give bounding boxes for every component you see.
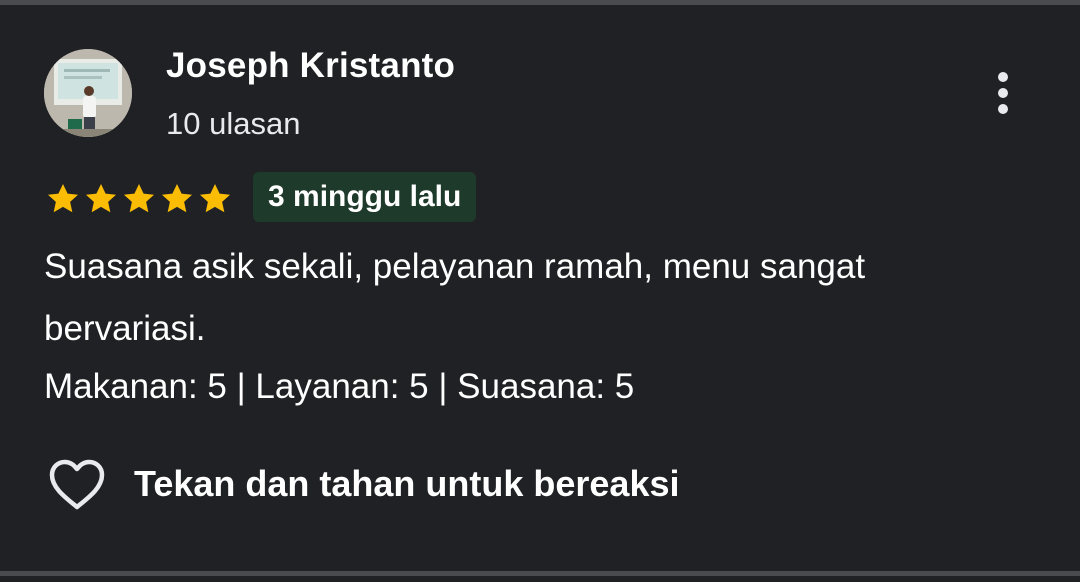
- star-icon: [85, 183, 117, 213]
- react-button[interactable]: Tekan dan tahan untuk bereaksi: [44, 455, 679, 513]
- star-rating: [44, 180, 234, 218]
- sub-ratings: Makanan: 5 | Layanan: 5 | Suasana: 5: [44, 367, 635, 406]
- react-label: Tekan dan tahan untuk bereaksi: [134, 463, 680, 504]
- avatar[interactable]: [44, 49, 132, 137]
- more-vert-icon: [998, 72, 1008, 114]
- star-icon: [161, 183, 193, 213]
- bottom-divider: [0, 571, 1080, 576]
- review-text: Suasana asik sekali, pelayanan ramah, me…: [44, 247, 866, 348]
- star-icon: [199, 183, 231, 213]
- time-badge: 3 minggu lalu: [253, 172, 477, 222]
- heart-outline-icon[interactable]: [44, 455, 110, 513]
- star-icon: [47, 183, 79, 213]
- top-divider: [0, 0, 1080, 5]
- more-options-button[interactable]: [980, 68, 1028, 120]
- star-icon: [123, 183, 155, 213]
- review-count: 10 ulasan: [166, 106, 301, 141]
- reviewer-name[interactable]: Joseph Kristanto: [166, 46, 455, 86]
